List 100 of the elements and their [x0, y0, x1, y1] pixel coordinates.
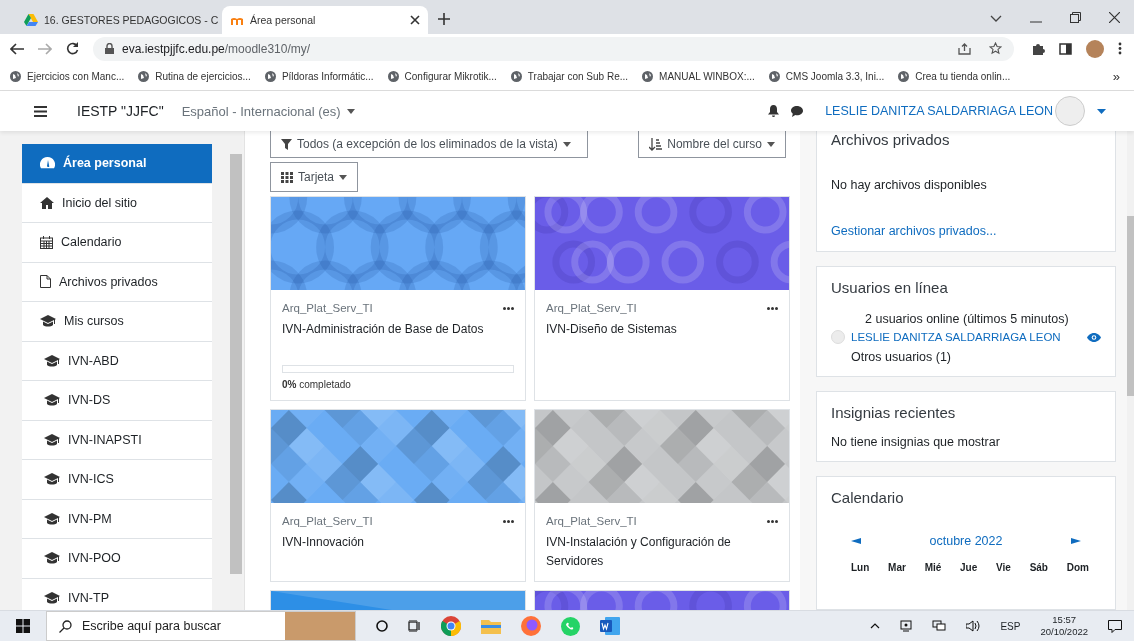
course-name[interactable]: IVN-Diseño de Sistemas — [546, 320, 778, 339]
task-view-icon[interactable] — [408, 620, 421, 632]
course-category: Arq_Plat_Serv_TI — [546, 302, 637, 314]
folder-icon[interactable] — [481, 618, 501, 634]
graduation-cap-icon — [44, 473, 60, 486]
sidebar-item[interactable]: Calendario — [22, 223, 212, 263]
menu-icon[interactable] — [34, 105, 47, 117]
sidebar-item[interactable]: Mis cursos — [22, 302, 212, 342]
side-panel-icon[interactable] — [1059, 42, 1072, 55]
sidebar-item[interactable]: IVN-PM — [22, 499, 212, 539]
notifications-icon[interactable] — [1108, 619, 1122, 633]
share-icon[interactable] — [958, 42, 971, 55]
eye-icon[interactable] — [1087, 332, 1101, 342]
firefox-icon[interactable] — [521, 616, 541, 636]
back-icon[interactable] — [10, 42, 24, 55]
caret-icon — [767, 141, 775, 147]
more-options-icon[interactable] — [503, 519, 514, 523]
next-month-icon[interactable] — [1071, 538, 1081, 544]
taskbar-search-field[interactable]: Escribe aquí para buscar — [46, 611, 356, 641]
windows-start-icon[interactable] — [16, 619, 30, 633]
sidebar-item[interactable]: IVN-TP — [22, 578, 212, 610]
cortana-circle-icon[interactable] — [376, 620, 388, 632]
site-name[interactable]: IESTP "JJFC" — [77, 103, 164, 119]
bookmark-link[interactable]: CMS Joomla 3.3, Ini... — [768, 71, 885, 82]
word-icon[interactable] — [600, 617, 620, 635]
input-language[interactable]: ESP — [1000, 620, 1021, 632]
more-bookmarks[interactable]: » — [1112, 69, 1120, 84]
clock-time[interactable]: 15:57 — [1052, 614, 1077, 626]
sidebar-item[interactable]: Archivos privados — [22, 262, 212, 302]
course-card[interactable]: Arq_Plat_Serv_TI IVN-Administración de Base de Datos 0% completado — [270, 196, 526, 401]
volume-icon[interactable] — [966, 620, 981, 632]
globe-icon — [898, 71, 910, 82]
course-name[interactable]: IVN-Administración de Base de Datos — [282, 320, 514, 339]
user-name[interactable]: LESLIE DANITZA SALDARRIAGA LEON — [825, 104, 1053, 118]
more-options-icon[interactable] — [503, 306, 514, 310]
puzzle-icon[interactable] — [1032, 42, 1045, 55]
restore-icon[interactable] — [1070, 12, 1081, 23]
course-name[interactable]: IVN-Innovación — [282, 533, 514, 552]
sidebar-item[interactable]: IVN-DS — [22, 381, 212, 421]
sidebar-item[interactable]: Área personal — [22, 144, 212, 184]
new-tab-icon[interactable] — [438, 13, 450, 25]
course-category: Arq_Plat_Serv_TI — [282, 302, 373, 314]
user-link[interactable]: LESLIE DANITZA SALDARRIAGA LEON — [851, 331, 1061, 343]
reload-icon[interactable] — [66, 42, 79, 55]
course-category: Arq_Plat_Serv_TI — [546, 515, 637, 527]
weekday-header: Vie — [996, 562, 1011, 573]
block-title: Insignias recientes — [831, 404, 957, 421]
close-icon[interactable] — [1109, 12, 1120, 23]
course-name[interactable]: IVN-Instalación y Configuración de Servidores — [546, 533, 778, 571]
sidebar-item[interactable]: IVN-ABD — [22, 341, 212, 381]
course-card[interactable]: Arq_Plat_Serv_TI IVN-Diseño de Sistemas — [534, 196, 790, 401]
close-icon[interactable] — [410, 15, 420, 25]
profile-avatar[interactable] — [1086, 39, 1104, 58]
bookmark-link[interactable]: Trabajar con Sub Re... — [510, 71, 629, 82]
meeting-icon[interactable] — [900, 620, 913, 632]
caret-icon[interactable] — [1097, 108, 1106, 114]
chat-icon[interactable] — [791, 105, 804, 117]
page-scrollbar[interactable] — [1127, 131, 1134, 610]
course-card[interactable]: Arq_Plat_Serv_TI IVN-Innovación — [270, 409, 526, 582]
browser-tab[interactable]: Área personal — [222, 6, 428, 34]
kebab-menu-icon[interactable] — [1118, 42, 1122, 55]
tab-title: Área personal — [250, 14, 317, 26]
bell-icon[interactable] — [768, 105, 780, 117]
previous-month-icon[interactable] — [851, 538, 861, 544]
sidebar-item[interactable]: Inicio del sitio — [22, 183, 212, 223]
graduation-cap-icon — [44, 394, 60, 407]
more-options-icon[interactable] — [767, 519, 778, 523]
chevron-up-icon[interactable] — [870, 623, 881, 629]
progress-label: 0% completado — [282, 379, 352, 390]
view-dropdown[interactable]: Tarjeta — [270, 162, 358, 192]
bookmark-link[interactable]: Crea tu tienda onlin... — [898, 71, 1011, 82]
address-field[interactable]: eva.iestpjjfc.edu.pe/moodle310/my/ — [93, 36, 1014, 61]
bookmark-link[interactable]: Rutina de ejercicios... — [138, 71, 251, 82]
caret-icon — [562, 141, 571, 147]
graduation-cap-icon — [44, 591, 60, 604]
manage-files-link[interactable]: Gestionar archivos privados... — [831, 224, 1101, 238]
sidebar-item[interactable]: IVN-ICS — [22, 460, 212, 500]
browser-tab[interactable]: 16. GESTORES PEDAGOGICOS - C — [16, 6, 222, 34]
chrome-icon[interactable] — [441, 616, 461, 636]
chevron-down-icon[interactable] — [990, 15, 1002, 23]
more-options-icon[interactable] — [767, 306, 778, 310]
sidebar-item[interactable]: IVN-INAPSTI — [22, 420, 212, 460]
other-users: Otros usuarios (1) — [850, 350, 953, 364]
filter-dropdown[interactable]: Todos (a excepción de los eliminados de la vista) — [270, 131, 588, 158]
bookmark-link[interactable]: MANUAL WINBOX:... — [642, 71, 755, 82]
weekday-header: Sáb — [1029, 562, 1048, 573]
month-title[interactable]: octubre 2022 — [929, 534, 1003, 548]
search-highlight-image — [285, 612, 355, 640]
star-icon[interactable] — [989, 42, 1002, 55]
clock-date[interactable]: 20/10/2022 — [1040, 626, 1088, 638]
network-icon[interactable] — [932, 620, 947, 632]
bookmark-link[interactable]: Píldoras Informátic... — [264, 71, 374, 82]
graduation-cap-icon — [44, 552, 60, 565]
sort-dropdown[interactable]: Nombre del curso — [638, 131, 786, 158]
sidebar-item[interactable]: IVN-POO — [22, 539, 212, 579]
globe-icon — [387, 71, 399, 82]
bookmark-link[interactable]: Configurar Mikrotik... — [387, 71, 497, 82]
course-card[interactable]: Arq_Plat_Serv_TI IVN-Instalación y Configuración de Servidores — [534, 409, 790, 582]
language-menu[interactable]: Español - Internacional (es) — [181, 103, 355, 119]
bookmark-link[interactable]: Ejercicios con Manc... — [10, 71, 125, 82]
